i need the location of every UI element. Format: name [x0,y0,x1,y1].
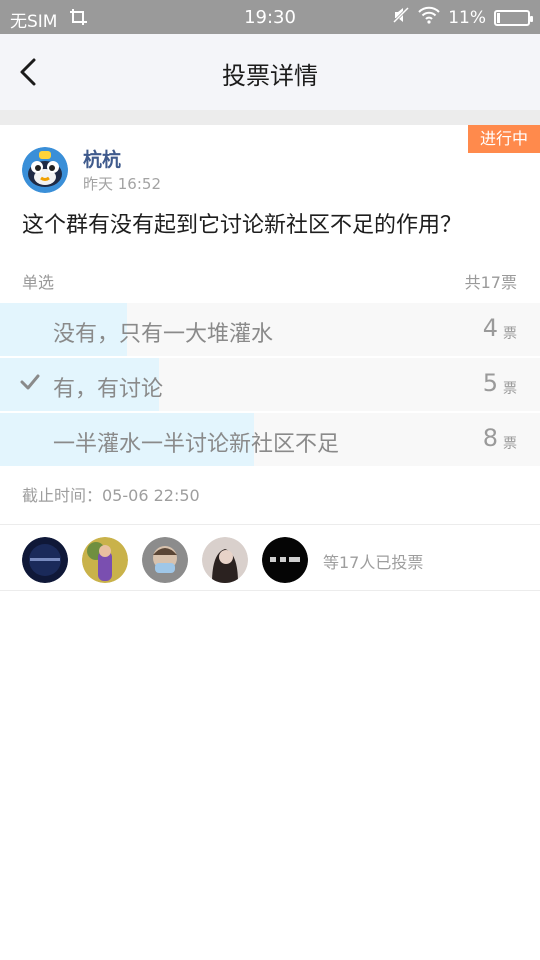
status-bar: 无SIM 19:30 11% [0,0,540,34]
author-name[interactable]: 杭杭 [83,145,121,172]
navigation-bar: 投票详情 [0,34,540,110]
section-gap [0,110,540,125]
voter-avatar[interactable] [262,537,308,583]
voters-row[interactable]: 等17人已投票 [0,525,540,590]
option-unit: 票 [503,436,517,452]
option-count: 5 [482,369,498,397]
poll-card: 进行中 杭杭 昨天 16:52 这个群有没有起到它讨论新社区不足的作用？ 单选 … [0,125,540,525]
option-label: 没有，只有一大堆灌水 [53,322,274,347]
option-label: 有，有讨论 [53,377,164,402]
vote-total: 共17票 [464,273,517,292]
poll-option-selected[interactable]: 有，有讨论 5 票 [0,358,540,411]
voters-summary: 等17人已投票 [323,553,424,572]
divider [0,590,540,591]
option-count: 4 [482,314,498,342]
post-time: 昨天 16:52 [83,175,161,193]
poll-option[interactable]: 一半灌水一半讨论新社区不足 8 票 [0,413,540,466]
battery-icon [494,9,533,26]
voter-avatar[interactable] [202,537,248,583]
status-badge: 进行中 [468,125,540,153]
option-label: 一半灌水一半讨论新社区不足 [53,432,340,457]
mute-icon [392,6,410,29]
poll-question: 这个群有没有起到它讨论新社区不足的作用？ [22,213,463,238]
voter-avatar[interactable] [82,537,128,583]
deadline-text: 截止时间：05-06 22:50 [22,486,200,505]
checkmark-icon [20,373,40,395]
poll-option[interactable]: 没有，只有一大堆灌水 4 票 [0,303,540,356]
option-count: 8 [482,424,498,452]
author-avatar[interactable] [22,147,68,193]
vote-type-label: 单选 [22,273,55,292]
option-unit: 票 [503,381,517,397]
wifi-icon [418,6,440,29]
battery-percent: 11% [448,7,486,28]
voter-avatar[interactable] [22,537,68,583]
page-title: 投票详情 [222,62,318,90]
option-unit: 票 [503,326,517,342]
voter-avatar[interactable] [142,537,188,583]
